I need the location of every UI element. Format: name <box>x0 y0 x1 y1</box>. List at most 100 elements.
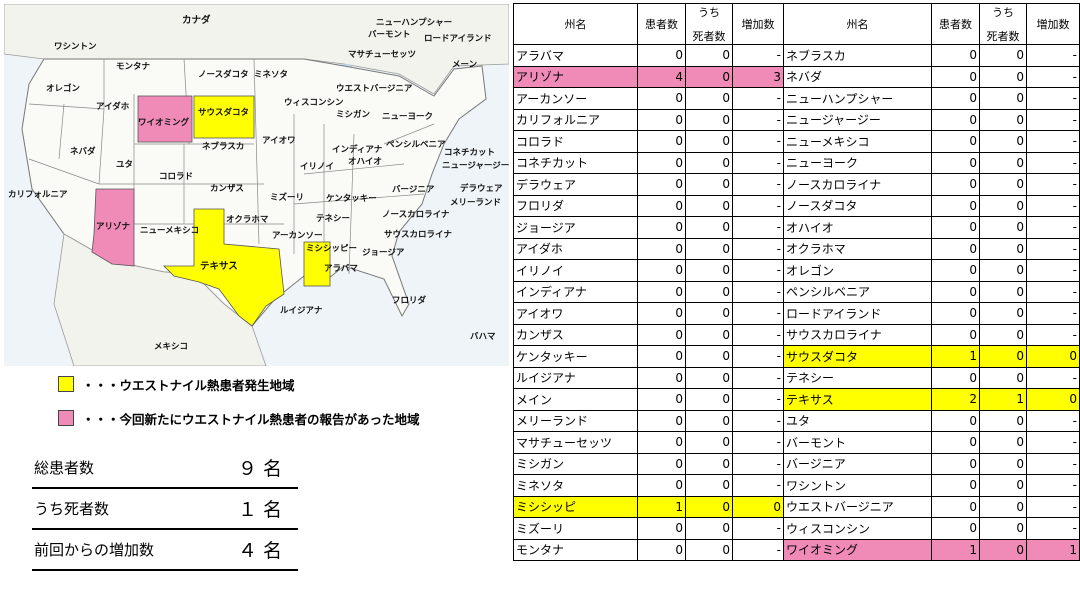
left-deaths-cell: 0 <box>685 366 733 389</box>
left-state-name-cell: ミシシッピ <box>513 495 638 518</box>
state-case-table: 州名 患者数 うち 死者数 増加数 州名 患者数 うち 死者数 増加数 アラバマ 0 0… <box>513 3 1080 561</box>
right-increase-cell: - <box>1026 431 1080 454</box>
table-row: アイオワ 0 0- ロードアイランド 0 0- <box>513 302 1080 325</box>
left-increase-cell: - <box>732 130 784 153</box>
header-deaths-bottom: 死者数 <box>986 30 1020 43</box>
legend-swatch-pink <box>58 410 74 426</box>
right-patients-cell: 0 <box>931 495 980 518</box>
left-state-name-cell: アーカンソー <box>513 87 638 110</box>
map-label: テネシー <box>316 214 351 224</box>
map-label: メキシコ <box>154 342 189 352</box>
legend-swatch-yellow <box>58 376 74 392</box>
left-deaths-cell: 0 <box>685 431 733 454</box>
state-case-table-wrapper: 州名 患者数 うち 死者数 増加数 州名 患者数 うち 死者数 増加数 アラバマ 0 0… <box>513 3 1080 561</box>
right-deaths-cell: 0 <box>979 44 1027 67</box>
right-state-name-cell: ペンシルベニア <box>783 280 932 303</box>
map-label: アイオワ <box>262 136 296 146</box>
right-state-name-cell: ワシントン <box>783 474 932 497</box>
right-state-name-cell: テキサス <box>783 388 932 411</box>
map-label: ニューハンプシャー <box>376 18 453 28</box>
right-patients-cell: 2 <box>931 388 980 411</box>
header-increase: 増加数 <box>732 3 784 45</box>
table-body: アラバマ 0 0- ネブラスカ 0 0- アリゾナ 4 0 3 ネバダ 0 0- アーカンソー 0 0- ニュー… <box>513 44 1080 561</box>
right-state-name-cell: サウスダコタ <box>783 345 932 368</box>
left-deaths-cell: 0 <box>685 409 733 432</box>
map-label: テキサス <box>200 261 238 272</box>
left-increase-cell: - <box>732 431 784 454</box>
table-row: コロラド 0 0- ニューメキシコ 0 0- <box>513 130 1080 153</box>
header-increase: 増加数 <box>1026 3 1080 45</box>
table-row: ケンタッキー 0 0- サウスダコタ 1 0 0 <box>513 345 1080 368</box>
left-state-name-cell: メリーランド <box>513 409 638 432</box>
map-label: オレゴン <box>46 84 81 94</box>
table-row: イリノイ 0 0- オレゴン 0 0- <box>513 259 1080 282</box>
left-state-name-cell: カリフォルニア <box>513 108 638 131</box>
right-patients-cell: 0 <box>931 517 980 540</box>
map-label: ロードアイランド <box>424 34 492 44</box>
left-deaths-cell: 0 <box>685 538 733 561</box>
left-deaths-cell: 0 <box>685 452 733 475</box>
right-increase-cell: - <box>1026 108 1080 131</box>
right-patients-cell: 0 <box>931 151 980 174</box>
left-state-name-cell: ケンタッキー <box>513 345 638 368</box>
header-deaths-top: うち <box>698 6 720 19</box>
right-deaths-cell: 0 <box>979 474 1027 497</box>
left-state-name-cell: デラウェア <box>513 173 638 196</box>
left-state-name-cell: ミシガン <box>513 452 638 475</box>
header-state: 州名 <box>783 3 932 45</box>
left-patients-cell: 0 <box>637 323 686 346</box>
map-label: メーン <box>452 60 478 70</box>
map-label: ミネソタ <box>254 70 289 80</box>
map-label: コロラド <box>159 172 194 182</box>
left-state-name-cell: フロリダ <box>513 194 638 217</box>
left-increase-cell: - <box>732 302 784 325</box>
header-deaths: うち 死者数 <box>979 3 1027 45</box>
table-row: コネチカット 0 0- ニューヨーク 0 0- <box>513 151 1080 174</box>
table-row: カンザス 0 0- サウスカロライナ 0 0- <box>513 323 1080 346</box>
left-deaths-cell: 0 <box>685 495 733 518</box>
map-label: ユタ <box>116 160 134 170</box>
left-increase-cell: - <box>732 345 784 368</box>
right-state-name-cell: ノースカロライナ <box>783 173 932 196</box>
left-increase-cell: - <box>732 366 784 389</box>
left-deaths-cell: 0 <box>685 517 733 540</box>
right-patients-cell: 0 <box>931 366 980 389</box>
map-label: ジョージア <box>362 248 405 258</box>
left-patients-cell: 0 <box>637 409 686 432</box>
right-deaths-cell: 0 <box>979 151 1027 174</box>
map-label: バーモント <box>368 30 411 40</box>
right-patients-cell: 1 <box>931 345 980 368</box>
map-label: カリフォルニア <box>8 190 68 200</box>
left-increase-cell: - <box>732 409 784 432</box>
right-state-name-cell: サウスカロライナ <box>783 323 932 346</box>
right-deaths-cell: 0 <box>979 65 1027 88</box>
left-increase-cell: - <box>732 108 784 131</box>
left-state-name-cell: イリノイ <box>513 259 638 282</box>
summary-value: １ 名 <box>238 499 283 521</box>
right-increase-cell: - <box>1026 259 1080 282</box>
right-patients-cell: 0 <box>931 280 980 303</box>
left-deaths-cell: 0 <box>685 302 733 325</box>
right-state-name-cell: ニューヨーク <box>783 151 932 174</box>
right-deaths-cell: 0 <box>979 302 1027 325</box>
right-deaths-cell: 0 <box>979 345 1027 368</box>
map-label: バハマ <box>470 332 496 342</box>
header-patients: 患者数 <box>931 3 980 45</box>
left-state-name-cell: ミズーリ <box>513 517 638 540</box>
right-increase-cell: 0 <box>1026 388 1080 411</box>
right-deaths-cell: 0 <box>979 173 1027 196</box>
left-deaths-cell: 0 <box>685 237 733 260</box>
right-increase-cell: - <box>1026 44 1080 67</box>
left-increase-cell: - <box>732 216 784 239</box>
right-patients-cell: 0 <box>931 65 980 88</box>
left-state-name-cell: マサチューセッツ <box>513 431 638 454</box>
right-deaths-cell: 0 <box>979 452 1027 475</box>
left-increase-cell: - <box>732 388 784 411</box>
table-row: ミシガン 0 0- バージニア 0 0- <box>513 452 1080 475</box>
map-label: ニューメキシコ <box>140 226 200 236</box>
left-state-name-cell: ジョージア <box>513 216 638 239</box>
left-patients-cell: 0 <box>637 216 686 239</box>
table-row: メリーランド 0 0- ユタ 0 0- <box>513 409 1080 432</box>
right-state-name-cell: ウィスコンシン <box>783 517 932 540</box>
left-increase-cell: - <box>732 474 784 497</box>
